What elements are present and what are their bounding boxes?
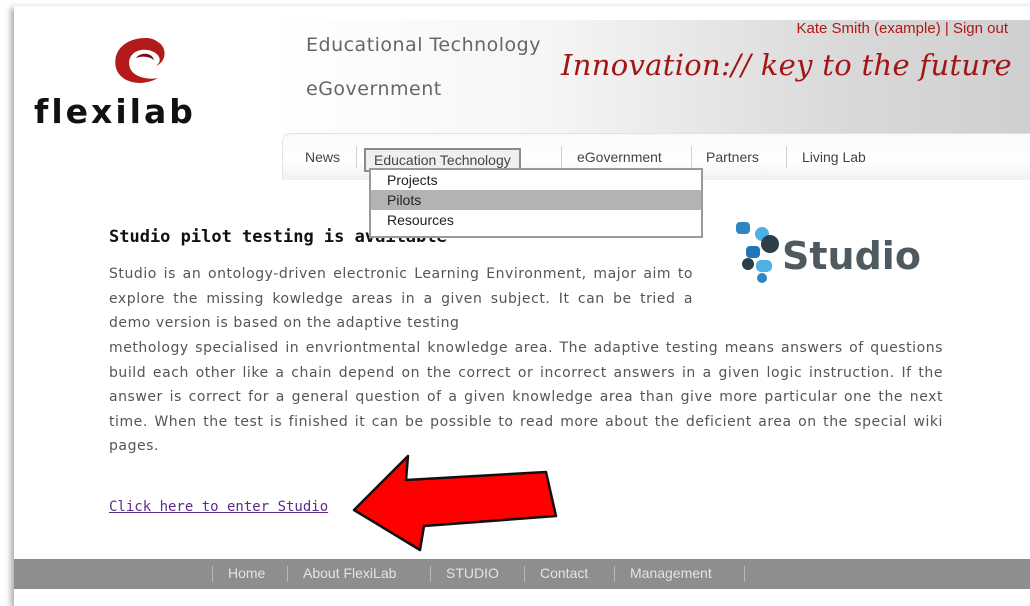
header-link-edtech[interactable]: Educational Technology <box>306 34 541 56</box>
logo-text: flexilab <box>34 92 196 131</box>
footer-link-home[interactable]: Home <box>228 565 265 581</box>
footer-bar: Home About FlexiLab STUDIO Contact Manag… <box>14 559 1030 589</box>
footer-separator <box>212 566 213 582</box>
footer-separator <box>524 566 525 582</box>
footer-separator <box>614 566 615 582</box>
footer-link-contact[interactable]: Contact <box>540 565 588 581</box>
user-bar: Kate Smith (example) | Sign out <box>796 20 1008 37</box>
nav-separator <box>356 146 357 168</box>
nav-separator <box>691 146 692 168</box>
dropdown-item-resources[interactable]: Resources <box>371 210 701 230</box>
education-technology-dropdown-overlay: Projects Pilots Resources <box>369 168 703 238</box>
nav-item-news[interactable]: News <box>301 149 344 165</box>
tagline: Innovation:// key to the future <box>561 48 1012 82</box>
studio-logo: Studio <box>734 220 944 284</box>
studio-logo-text: Studio <box>782 234 921 278</box>
flexilab-swoosh-icon <box>115 38 165 83</box>
footer-link-about[interactable]: About FlexiLab <box>303 565 396 581</box>
nav-item-living-lab[interactable]: Living Lab <box>798 149 870 165</box>
footer-link-management[interactable]: Management <box>630 565 712 581</box>
nav-separator <box>786 146 787 168</box>
red-arrow-icon <box>352 454 558 552</box>
description-paragraph: methology specialised in envriontmental … <box>109 340 943 454</box>
nav-item-partners[interactable]: Partners <box>702 149 763 165</box>
user-name-link[interactable]: Kate Smith (example) <box>796 20 940 37</box>
header-link-egov[interactable]: eGovernment <box>306 78 442 100</box>
nav-separator <box>561 146 562 168</box>
dropdown-item-projects[interactable]: Projects <box>371 170 701 190</box>
dropdown-item-pilots[interactable]: Pilots <box>371 190 701 210</box>
footer-separator <box>287 566 288 582</box>
intro-paragraph: Studio is an ontology-driven electronic … <box>109 266 693 331</box>
user-bar-separator: | <box>944 20 949 37</box>
flexilab-logo[interactable]: flexilab <box>34 32 264 132</box>
footer-link-studio[interactable]: STUDIO <box>446 565 499 581</box>
nav-item-egovernment[interactable]: eGovernment <box>573 149 666 165</box>
enter-studio-link[interactable]: Click here to enter Studio <box>109 499 328 515</box>
sign-out-link[interactable]: Sign out <box>953 20 1008 37</box>
footer-separator <box>744 566 745 582</box>
footer-separator <box>430 566 431 582</box>
